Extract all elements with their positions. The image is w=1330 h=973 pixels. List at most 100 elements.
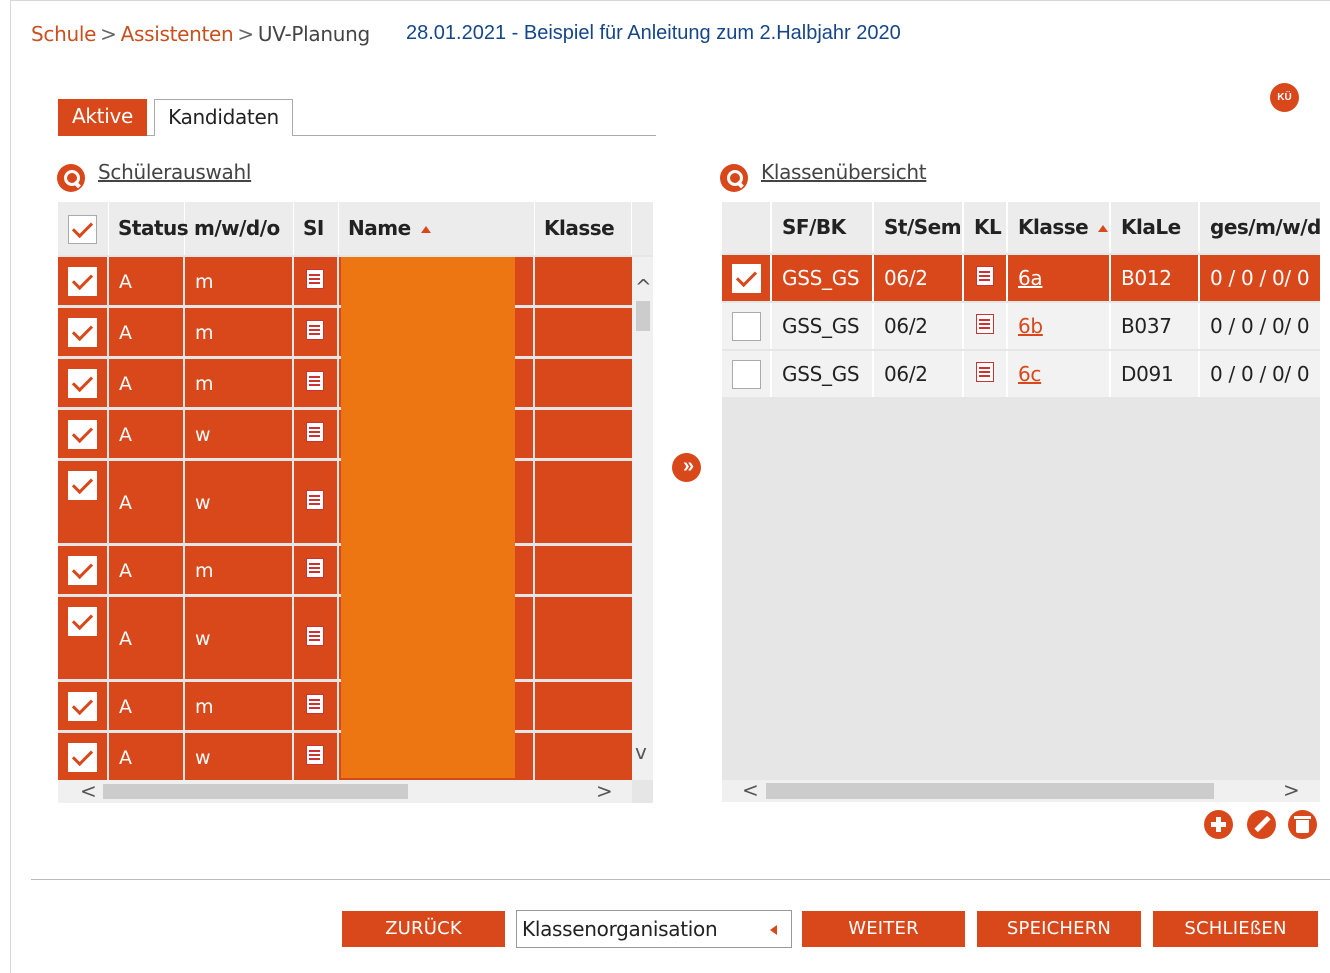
select-all-cell xyxy=(58,202,109,255)
breadcrumb-link-schule[interactable]: Schule xyxy=(31,22,96,46)
row-select-cell xyxy=(58,546,107,594)
column-header-klale[interactable]: KlaLe xyxy=(1111,202,1200,253)
search-icon[interactable] xyxy=(720,164,748,192)
scroll-right-arrow[interactable]: > xyxy=(596,781,613,801)
gender-cell: w xyxy=(185,410,292,458)
row-checkbox[interactable] xyxy=(732,360,761,389)
row-checkbox[interactable] xyxy=(68,318,97,347)
scroll-down-arrow[interactable]: v xyxy=(635,742,647,762)
klasse-cell xyxy=(535,733,632,780)
gender-value: w xyxy=(195,491,211,514)
horizontal-scroll-thumb[interactable] xyxy=(766,783,1214,799)
klasse-link[interactable]: 6a xyxy=(1018,266,1043,290)
add-icon[interactable] xyxy=(1204,810,1233,839)
si-cell xyxy=(294,546,337,594)
status-value: A xyxy=(119,270,132,293)
close-button[interactable]: SCHLIEßEN xyxy=(1153,911,1318,947)
status-value: A xyxy=(119,423,132,446)
column-header-counts[interactable]: ges/m/w/d xyxy=(1200,202,1320,253)
vertical-scrollbar[interactable]: ^ v xyxy=(632,257,653,780)
tab-aktive[interactable]: Aktive xyxy=(58,99,147,136)
back-button[interactable]: ZURÜCK xyxy=(342,911,505,947)
table-row[interactable]: GSS_GS 06/2 6c D091 0 / 0 / 0/ 0 xyxy=(722,351,1320,399)
move-right-button[interactable]: » xyxy=(672,453,701,482)
sort-ascending-icon xyxy=(1098,225,1109,232)
next-button[interactable]: WEITER xyxy=(802,911,965,947)
table-row[interactable]: GSS_GS 06/2 6a B012 0 / 0 / 0/ 0 xyxy=(722,255,1320,303)
scroll-left-arrow[interactable]: < xyxy=(742,780,759,800)
status-value: A xyxy=(119,491,132,514)
pdf-icon[interactable] xyxy=(306,489,324,510)
scroll-left-arrow[interactable]: < xyxy=(80,781,97,801)
column-header-name[interactable]: Name xyxy=(339,202,535,255)
step-select[interactable]: Klassenorganisation xyxy=(516,910,792,948)
sfbk-cell: GSS_GS xyxy=(772,255,874,301)
status-value: A xyxy=(119,746,132,769)
stsem-cell: 06/2 xyxy=(874,255,964,301)
row-checkbox[interactable] xyxy=(732,264,761,293)
klasse-cell xyxy=(535,410,632,458)
sort-ascending-icon xyxy=(420,226,431,233)
gender-cell: w xyxy=(185,461,292,543)
pdf-icon[interactable] xyxy=(976,362,994,382)
edit-icon[interactable] xyxy=(1247,810,1276,839)
horizontal-scroll-thumb[interactable] xyxy=(103,784,408,799)
si-cell xyxy=(294,733,337,780)
column-header-status[interactable]: Status xyxy=(109,202,189,255)
schuelerauswahl-link[interactable]: Schülerauswahl xyxy=(98,160,251,184)
gender-value: w xyxy=(195,423,211,446)
delete-icon[interactable] xyxy=(1288,810,1317,839)
klasse-link[interactable]: 6b xyxy=(1018,314,1043,338)
klassenuebersicht-link[interactable]: Klassenübersicht xyxy=(761,160,927,184)
class-grid: SF/BK St/Sem KL Klasse KlaLe ges/m/w/d G… xyxy=(722,202,1320,802)
row-checkbox[interactable] xyxy=(68,471,97,500)
student-grid-header: Status m/w/d/o SI Name Klasse xyxy=(58,202,653,255)
column-header-klasse[interactable]: Klasse xyxy=(535,202,632,255)
select-all-checkbox[interactable] xyxy=(68,215,97,244)
status-cell: A xyxy=(109,597,183,679)
table-row[interactable]: GSS_GS 06/2 6b B037 0 / 0 / 0/ 0 xyxy=(722,303,1320,351)
row-select-cell xyxy=(58,461,107,543)
row-checkbox[interactable] xyxy=(68,420,97,449)
save-button[interactable]: SPEICHERN xyxy=(977,911,1141,947)
vertical-scroll-thumb[interactable] xyxy=(636,301,650,331)
pdf-icon[interactable] xyxy=(306,268,324,289)
gender-cell: m xyxy=(185,359,292,407)
search-icon[interactable] xyxy=(57,164,85,192)
column-header-klasse[interactable]: Klasse xyxy=(1008,202,1111,253)
row-checkbox[interactable] xyxy=(68,369,97,398)
tab-kandidaten[interactable]: Kandidaten xyxy=(154,99,293,136)
pdf-icon[interactable] xyxy=(306,744,324,765)
pdf-icon[interactable] xyxy=(976,266,994,286)
horizontal-scrollbar[interactable]: < > xyxy=(58,780,632,803)
breadcrumb-current: UV-Planung xyxy=(257,22,370,46)
row-checkbox[interactable] xyxy=(68,692,97,721)
breadcrumb-link-assistenten[interactable]: Assistenten xyxy=(121,22,234,46)
column-header-sfbk[interactable]: SF/BK xyxy=(772,202,874,253)
pdf-icon[interactable] xyxy=(306,319,324,340)
row-checkbox[interactable] xyxy=(68,556,97,585)
row-checkbox[interactable] xyxy=(68,743,97,772)
klasse-link[interactable]: 6c xyxy=(1018,362,1041,386)
row-checkbox[interactable] xyxy=(68,267,97,296)
pdf-icon[interactable] xyxy=(306,625,324,646)
status-cell: A xyxy=(109,682,183,730)
row-checkbox[interactable] xyxy=(732,312,761,341)
column-header-stsem[interactable]: St/Sem xyxy=(874,202,964,253)
row-checkbox[interactable] xyxy=(68,607,97,636)
column-header-si[interactable]: SI xyxy=(294,202,339,255)
scroll-right-arrow[interactable]: > xyxy=(1283,780,1300,800)
pdf-icon[interactable] xyxy=(306,693,324,714)
name-column-redacted xyxy=(341,257,515,778)
pdf-icon[interactable] xyxy=(306,370,324,391)
column-header-gender[interactable]: m/w/d/o xyxy=(185,202,294,255)
pdf-icon[interactable] xyxy=(976,314,994,334)
horizontal-scrollbar[interactable]: < > xyxy=(722,780,1320,802)
si-cell xyxy=(294,359,337,407)
gender-value: m xyxy=(195,695,214,718)
pdf-icon[interactable] xyxy=(306,421,324,442)
pdf-icon[interactable] xyxy=(306,557,324,578)
scroll-up-arrow[interactable]: ^ xyxy=(635,277,652,297)
column-header-kl[interactable]: KL xyxy=(964,202,1008,253)
ku-badge-button[interactable]: KÜ xyxy=(1270,83,1299,112)
